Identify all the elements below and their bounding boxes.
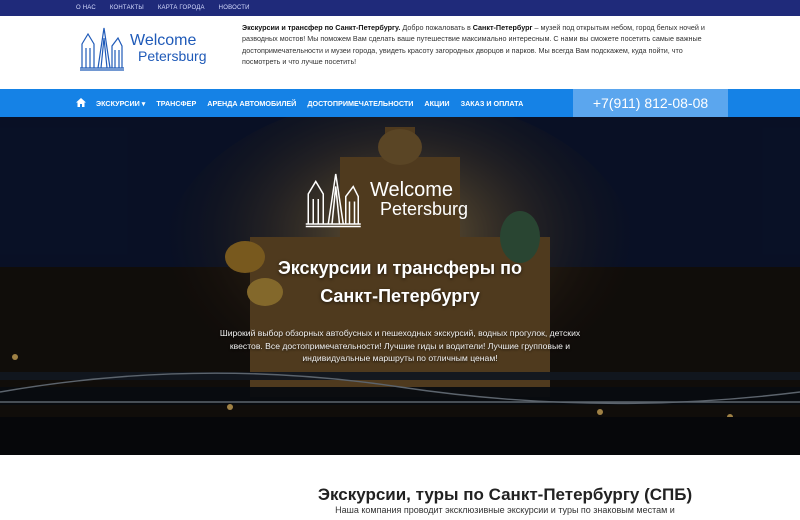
nav-item-car-rental[interactable]: АРЕНДА АВТОМОБИЛЕЙ: [207, 99, 296, 108]
intro-bold-2: Санкт-Петербург: [472, 23, 533, 32]
hero-logo-line2: Petersburg: [380, 199, 469, 219]
topbar-link-news[interactable]: НОВОСТИ: [219, 5, 250, 11]
logo-line1: Welcome: [130, 32, 197, 49]
site-logo[interactable]: Welcome Petersburg: [78, 22, 220, 74]
hero-title-line2: Санкт-Петербургу: [320, 286, 480, 306]
intro-text: Экскурсии и трансфер по Санкт-Петербургу…: [242, 22, 712, 68]
hero-description: Широкий выбор обзорных автобусных и пеше…: [219, 328, 581, 363]
hero-title: Экскурсии и трансферы по Санкт-Петербург…: [200, 254, 600, 310]
section-title: Экскурсии, туры по Санкт-Петербургу (СПБ…: [317, 485, 693, 504]
hero-title-rest: и трансферы по: [371, 258, 523, 278]
hero-logo-text: Welcome Petersburg: [370, 180, 468, 218]
topbar-link-contacts[interactable]: КОНТАКТЫ: [110, 5, 144, 11]
section-subtitle: Наша компания проводит эксклюзивные экск…: [335, 505, 675, 515]
intro-bold-1: Экскурсии и трансфер по Санкт-Петербургу…: [242, 23, 401, 32]
intro-text-1: Добро пожаловать в: [400, 23, 473, 32]
topbar-link-about[interactable]: О НАС: [76, 5, 96, 11]
home-icon[interactable]: [76, 97, 86, 109]
topbar-link-city-map[interactable]: КАРТА ГОРОДА: [158, 5, 205, 11]
hero-banner: Welcome Petersburg Экскурсии и трансферы…: [0, 117, 800, 455]
bridge-logo-icon: [80, 27, 124, 71]
nav-item-order-payment[interactable]: ЗАКАЗ И ОПЛАТА: [461, 99, 524, 108]
logo-text: Welcome Petersburg: [130, 32, 207, 64]
nav-item-promotions[interactable]: АКЦИИ: [424, 99, 449, 108]
logo-line2: Petersburg: [138, 48, 207, 64]
nav-item-excursions[interactable]: ЭКСКУРСИИ ▾: [96, 99, 145, 108]
top-bar: О НАС КОНТАКТЫ КАРТА ГОРОДА НОВОСТИ: [0, 0, 800, 16]
hero-logo-line1: Welcome: [370, 179, 453, 201]
bridge-logo-icon: [305, 173, 361, 228]
hero-logo: Welcome Petersburg: [302, 169, 468, 229]
site-header: Welcome Petersburg Экскурсии и трансфер …: [0, 16, 800, 88]
phone-number[interactable]: +7(911) 812-08-08: [573, 89, 728, 117]
nav-item-transfer[interactable]: ТРАНСФЕР: [156, 99, 196, 108]
nav-item-sights[interactable]: ДОСТОПРИМЕЧАТЕЛЬНОСТИ: [307, 99, 413, 108]
hero-title-bold: Экскурсии: [277, 258, 372, 278]
